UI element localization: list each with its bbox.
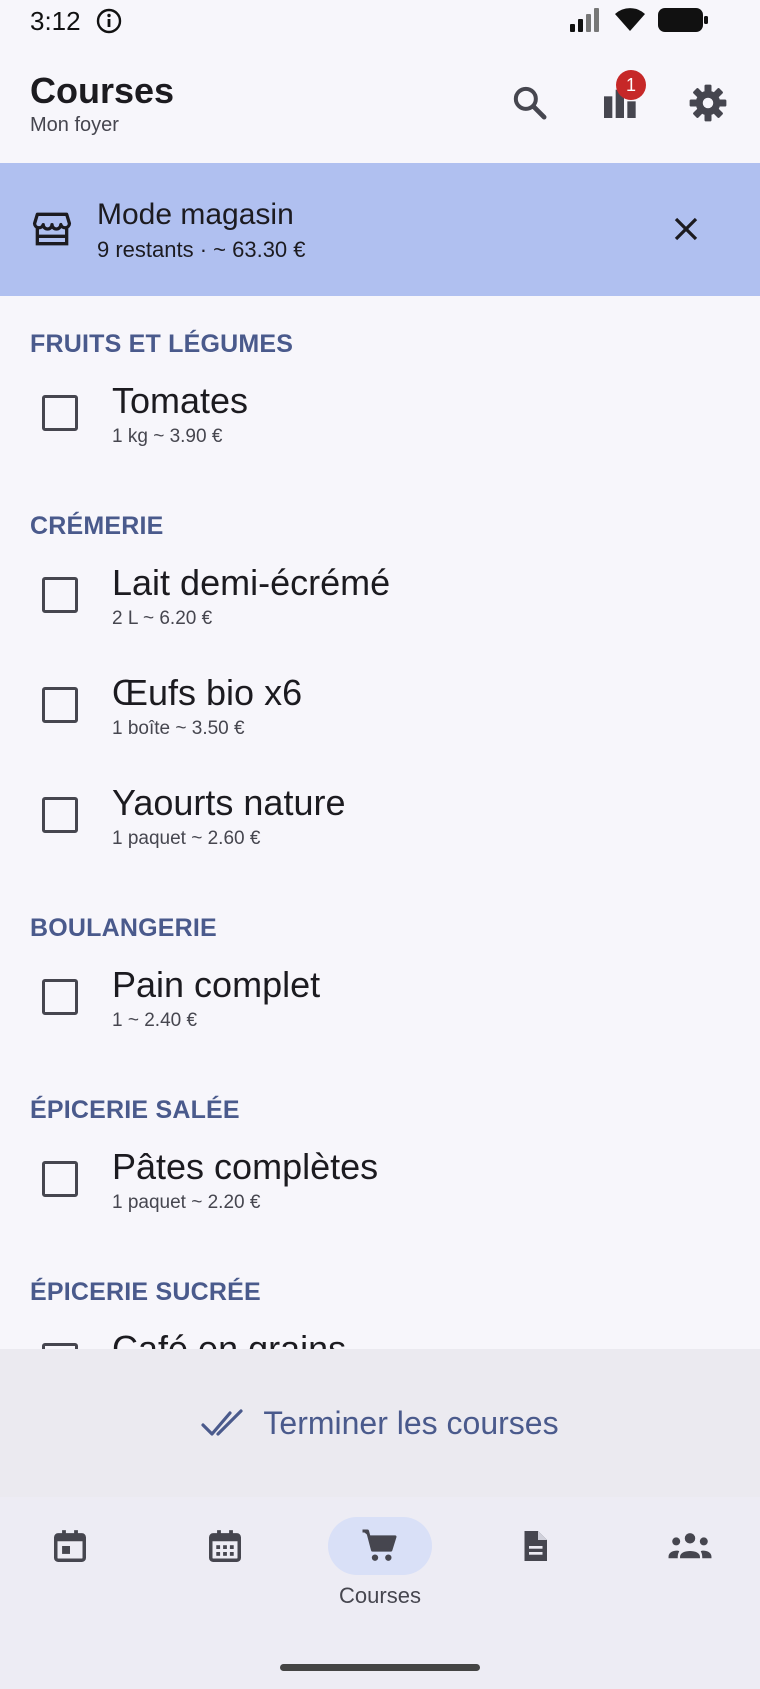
item-checkbox[interactable] — [42, 395, 78, 431]
list-item[interactable]: Pâtes complètes 1 paquet ~ 2.20 € — [0, 1134, 760, 1244]
done-all-icon — [201, 1409, 243, 1436]
item-name: Tomates — [112, 380, 249, 421]
finish-shopping-button[interactable]: Terminer les courses — [0, 1349, 760, 1497]
wifi-icon — [615, 8, 645, 32]
battery-icon — [658, 8, 708, 32]
list-item[interactable]: Œufs bio x6 1 boîte ~ 3.50 € — [0, 660, 760, 770]
home-indicator[interactable] — [280, 1664, 480, 1671]
item-quantity-price: 2 L ~ 6.20 € — [112, 608, 213, 629]
nav-item-today[interactable] — [0, 1517, 140, 1627]
calendar-month-icon — [209, 1530, 241, 1562]
store-icon — [32, 212, 72, 246]
nav-item-courses[interactable]: Courses — [310, 1517, 450, 1627]
settings-button[interactable] — [683, 78, 733, 128]
gear-icon — [689, 84, 727, 122]
status-time: 3:12 — [30, 6, 81, 36]
calendar-today-icon — [54, 1530, 86, 1562]
item-checkbox[interactable] — [42, 687, 78, 723]
stats-button[interactable]: 1 — [594, 70, 646, 128]
item-checkbox[interactable] — [42, 797, 78, 833]
group-icon — [668, 1533, 712, 1559]
notification-badge: 1 — [616, 70, 646, 100]
item-quantity-price: 1 paquet ~ 2.20 € — [112, 1192, 261, 1213]
store-mode-banner: Mode magasin 9 restants · ~ 63.30 € — [0, 163, 760, 296]
bottom-navigation: Courses — [0, 1497, 760, 1689]
item-checkbox[interactable] — [42, 979, 78, 1015]
item-name: Pain complet — [112, 964, 321, 1005]
item-quantity-price: 1 kg ~ 3.90 € — [112, 426, 223, 447]
finish-shopping-label: Terminer les courses — [263, 1404, 559, 1441]
section-header: ÉPICERIE SUCRÉE — [30, 1278, 261, 1306]
signal-icon — [570, 8, 599, 32]
item-checkbox[interactable] — [42, 577, 78, 613]
page-title: Courses — [30, 70, 175, 111]
list-item[interactable]: Café en grains — [0, 1316, 760, 1349]
cart-icon — [362, 1529, 397, 1561]
section-header: ÉPICERIE SALÉE — [30, 1096, 240, 1124]
list-item[interactable]: Yaourts nature 1 paquet ~ 2.60 € — [0, 770, 760, 880]
item-name: Yaourts nature — [112, 782, 346, 823]
shopping-list: FRUITS ET LÉGUMES Tomates 1 kg ~ 3.90 € … — [0, 296, 760, 1349]
close-store-mode-button[interactable] — [664, 207, 708, 251]
document-icon — [524, 1531, 547, 1561]
nav-item-calendar[interactable] — [155, 1517, 295, 1627]
search-button[interactable] — [505, 78, 555, 128]
section-header: CRÉMERIE — [30, 512, 164, 540]
nav-active-indicator — [328, 1517, 432, 1575]
list-item[interactable]: Tomates 1 kg ~ 3.90 € — [0, 368, 760, 478]
item-name: Café en grains — [112, 1328, 347, 1349]
store-mode-summary: 9 restants · ~ 63.30 € — [97, 237, 306, 262]
nav-item-documents[interactable] — [465, 1517, 605, 1627]
nav-item-household[interactable] — [620, 1517, 760, 1627]
close-icon — [674, 217, 698, 241]
status-indicators — [570, 8, 708, 32]
item-name: Pâtes complètes — [112, 1146, 379, 1187]
item-name: Œufs bio x6 — [112, 672, 303, 713]
info-icon — [96, 8, 122, 34]
store-mode-title: Mode magasin — [97, 198, 294, 231]
item-quantity-price: 1 paquet ~ 2.60 € — [112, 828, 261, 849]
search-icon — [513, 86, 547, 120]
app-header: Courses Mon foyer 1 — [0, 44, 760, 162]
item-quantity-price: 1 boîte ~ 3.50 € — [112, 718, 245, 739]
item-quantity-price: 1 ~ 2.40 € — [112, 1010, 198, 1031]
household-name: Mon foyer — [30, 114, 119, 136]
section-header: FRUITS ET LÉGUMES — [30, 330, 294, 358]
list-item[interactable]: Lait demi-écrémé 2 L ~ 6.20 € — [0, 550, 760, 660]
nav-label-courses: Courses — [339, 1583, 421, 1608]
status-bar: 3:12 — [0, 0, 760, 44]
item-checkbox[interactable] — [42, 1161, 78, 1197]
list-item[interactable]: Pain complet 1 ~ 2.40 € — [0, 952, 760, 1062]
section-header: BOULANGERIE — [30, 914, 217, 942]
item-name: Lait demi-écrémé — [112, 562, 391, 603]
